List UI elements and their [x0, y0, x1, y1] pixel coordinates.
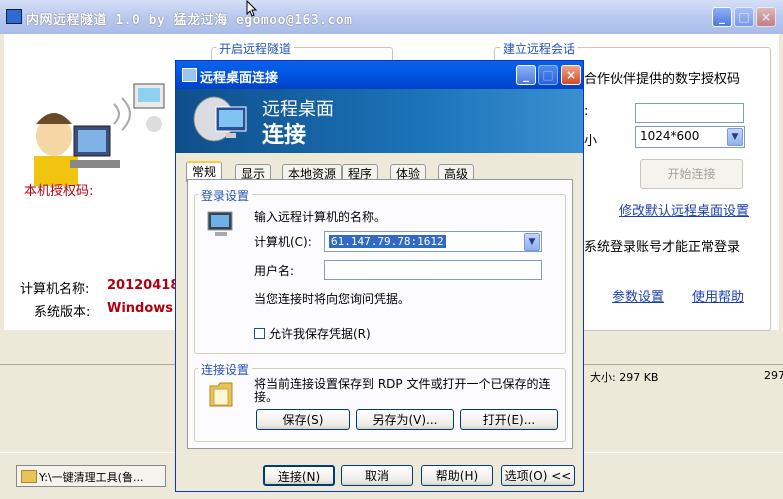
- auth-code-label: 本机授权码:: [24, 184, 94, 199]
- app-close-button[interactable]: ×: [756, 7, 776, 27]
- ask-credentials-text: 当您连接时将向您询问凭据。: [254, 292, 411, 306]
- rdp-close-button[interactable]: ×: [561, 65, 581, 85]
- app-minimize-button[interactable]: _: [712, 7, 732, 27]
- app-title: 内网远程隧道 1.0 by 猛龙过海 egomoo@163.com: [26, 13, 353, 28]
- rdp-prompt-text: 输入远程计算机的名称。: [254, 210, 387, 224]
- save-as-button[interactable]: 另存为(V)...: [356, 409, 454, 430]
- rdp-title-bar[interactable]: 远程桌面连接 _ □ ×: [176, 61, 583, 89]
- app-maximize-button[interactable]: □: [734, 7, 754, 27]
- username-label: 用户名:: [254, 264, 295, 278]
- open-button[interactable]: 打开(E)...: [460, 409, 558, 430]
- os-version-label: 系统版本:: [34, 305, 91, 320]
- help-button[interactable]: 帮助(H): [421, 465, 493, 486]
- help-link[interactable]: 使用帮助: [692, 286, 744, 305]
- open-tunnel-group-title: 开启远程隧道: [216, 40, 295, 57]
- app-icon: [6, 9, 22, 24]
- rdp-title: 远程桌面连接: [200, 71, 279, 86]
- code-label: :: [584, 104, 589, 119]
- general-tab-page: 登录设置 输入远程计算机的名称。 计算机(C): 61.147.79.78:16…: [187, 179, 573, 449]
- remote-users-illustration: [34, 83, 165, 186]
- computer-dropdown-icon[interactable]: ▼: [524, 233, 540, 251]
- computer-icon: [207, 211, 233, 236]
- partner-code-text: 合作伙伴提供的数字授权码: [584, 72, 741, 87]
- computer-label: 计算机(C):: [254, 235, 312, 249]
- taskbar-item-label: Y:\一键清理工具(鲁...: [39, 471, 144, 484]
- rdp-minimize-button[interactable]: _: [516, 65, 536, 85]
- computer-value: 61.147.79.78:1612: [329, 235, 446, 248]
- params-settings-link[interactable]: 参数设置: [612, 286, 664, 305]
- status-size-text: 大小: 297 KB: [590, 371, 659, 384]
- remote-desktop-icon: [193, 96, 247, 142]
- screen-size-label: 小: [584, 134, 598, 149]
- mouse-cursor-icon: [244, 0, 258, 17]
- app-title-bar[interactable]: 内网远程隧道 1.0 by 猛龙过海 egomoo@163.com _ □ ×: [0, 0, 783, 34]
- remote-desktop-dialog: 远程桌面连接 _ □ × 远程桌面 连接 常规 显示 本地资源 程序 体验 高级…: [175, 60, 584, 492]
- rdp-banner-line2: 连接: [262, 123, 307, 148]
- start-connect-button[interactable]: 开始连接: [640, 159, 743, 189]
- save-button[interactable]: 保存(S): [256, 409, 350, 430]
- computer-combobox[interactable]: 61.147.79.78:1612: [324, 231, 542, 252]
- allow-save-credentials-checkbox[interactable]: [254, 328, 265, 339]
- connection-settings-title: 连接设置: [198, 361, 253, 378]
- rdp-banner: 远程桌面 连接: [176, 89, 583, 153]
- rdp-maximize-button[interactable]: □: [538, 65, 558, 85]
- folder-icon: [21, 470, 37, 483]
- username-input[interactable]: [324, 260, 542, 280]
- login-note-text: 系统登录账号才能正常登录: [584, 240, 741, 255]
- screen-size-value: 1024*600: [640, 129, 700, 143]
- connect-button[interactable]: 连接(N): [263, 465, 335, 486]
- rdp-file-folder-icon: [209, 382, 233, 407]
- connection-desc-text: 将当前连接设置保存到 RDP 文件或打开一个已保存的连接。: [254, 377, 551, 404]
- allow-save-credentials-label[interactable]: 允许我保存凭据(R): [269, 325, 371, 342]
- partner-code-input[interactable]: [635, 103, 744, 123]
- taskbar-item[interactable]: Y:\一键清理工具(鲁...: [16, 465, 166, 487]
- rdp-title-icon: [182, 68, 197, 82]
- cancel-button[interactable]: 取消: [341, 465, 413, 486]
- modify-rdp-settings-link[interactable]: 修改默认远程桌面设置: [619, 200, 749, 219]
- status-right-text: 297: [764, 369, 783, 382]
- options-button[interactable]: 选项(O) <<: [501, 465, 575, 486]
- screen-size-dropdown-icon[interactable]: ▼: [727, 128, 743, 146]
- computer-name-label: 计算机名称:: [20, 282, 90, 297]
- connect-session-group-title: 建立远程会话: [500, 40, 579, 57]
- login-settings-title: 登录设置: [198, 187, 253, 204]
